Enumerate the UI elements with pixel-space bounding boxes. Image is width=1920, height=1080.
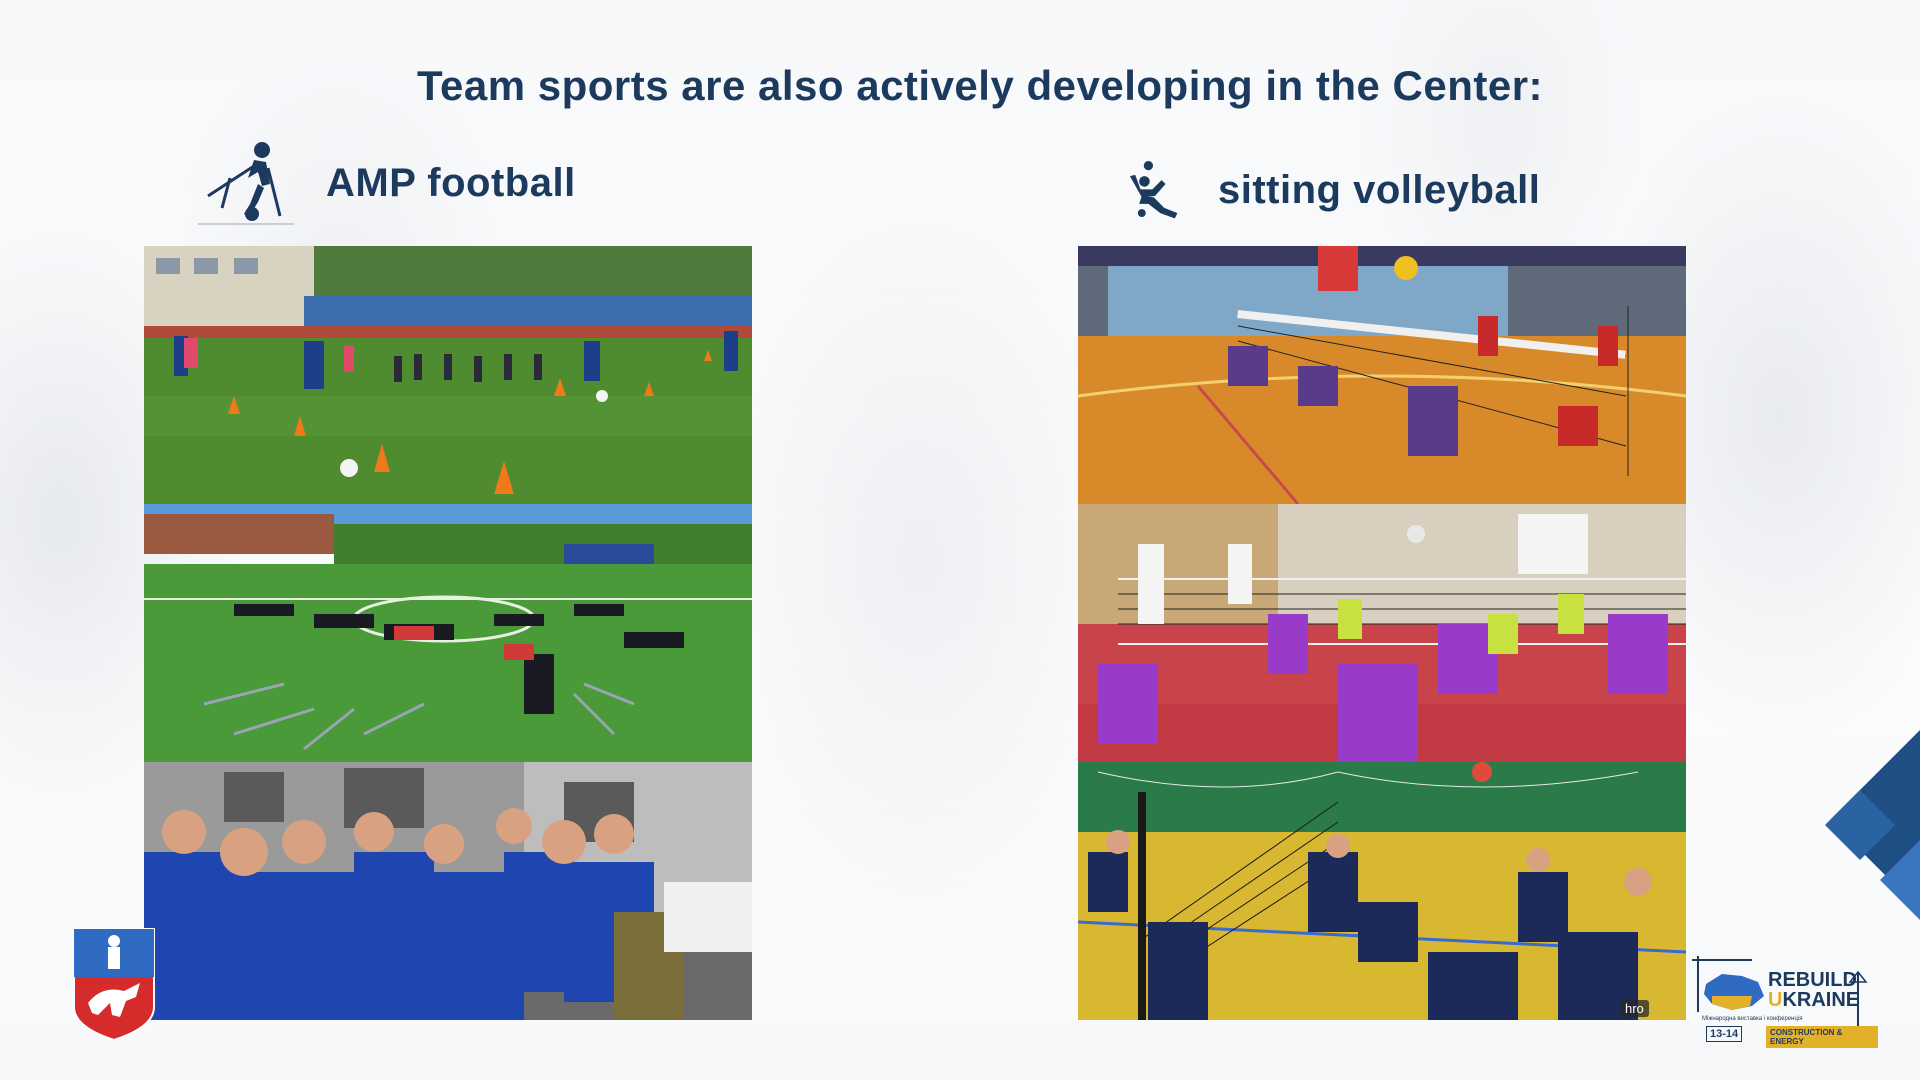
- photo-sitting-volleyball-gym-net: [1078, 246, 1686, 504]
- slide-title: Team sports are also actively developing…: [416, 62, 1544, 109]
- amp-football-label: AMP football: [326, 160, 576, 205]
- photo-amp-football-field-exercise: [144, 504, 752, 762]
- city-coat-of-arms-icon: [73, 928, 155, 1042]
- rebuild-subtitle: Міжнародна виставка і конференція: [1702, 1016, 1803, 1022]
- amp-football-player-icon: [198, 142, 294, 225]
- photo-sitting-volleyball-red-court: [1078, 504, 1686, 762]
- rebuild-title-line2: UKRAINE: [1768, 989, 1860, 1011]
- amp-football-header: AMP football: [196, 138, 576, 228]
- sitting-volleyball-label: sitting volleyball: [1218, 167, 1541, 212]
- photo-amp-football-stadium-training: [144, 246, 752, 504]
- photo-sitting-volleyball-yellow-court: [1078, 762, 1686, 1020]
- sitting-volleyball-player-icon: [1129, 160, 1178, 219]
- corner-decoration: [1825, 730, 1920, 920]
- rebuild-theme: CONSTRUCTION & ENERGY: [1766, 1026, 1878, 1048]
- rebuild-title-line1: REBUILD: [1768, 969, 1857, 991]
- watermark-label: hro: [1620, 1000, 1649, 1017]
- photo-amp-football-team-meeting: [144, 762, 752, 1020]
- rebuild-ukraine-logo: REBUILD UKRAINE Міжнародна виставка і ко…: [1692, 952, 1878, 1048]
- sitting-volleyball-header: sitting volleyball: [1122, 150, 1540, 230]
- rebuild-dates: 13-14: [1706, 1026, 1743, 1042]
